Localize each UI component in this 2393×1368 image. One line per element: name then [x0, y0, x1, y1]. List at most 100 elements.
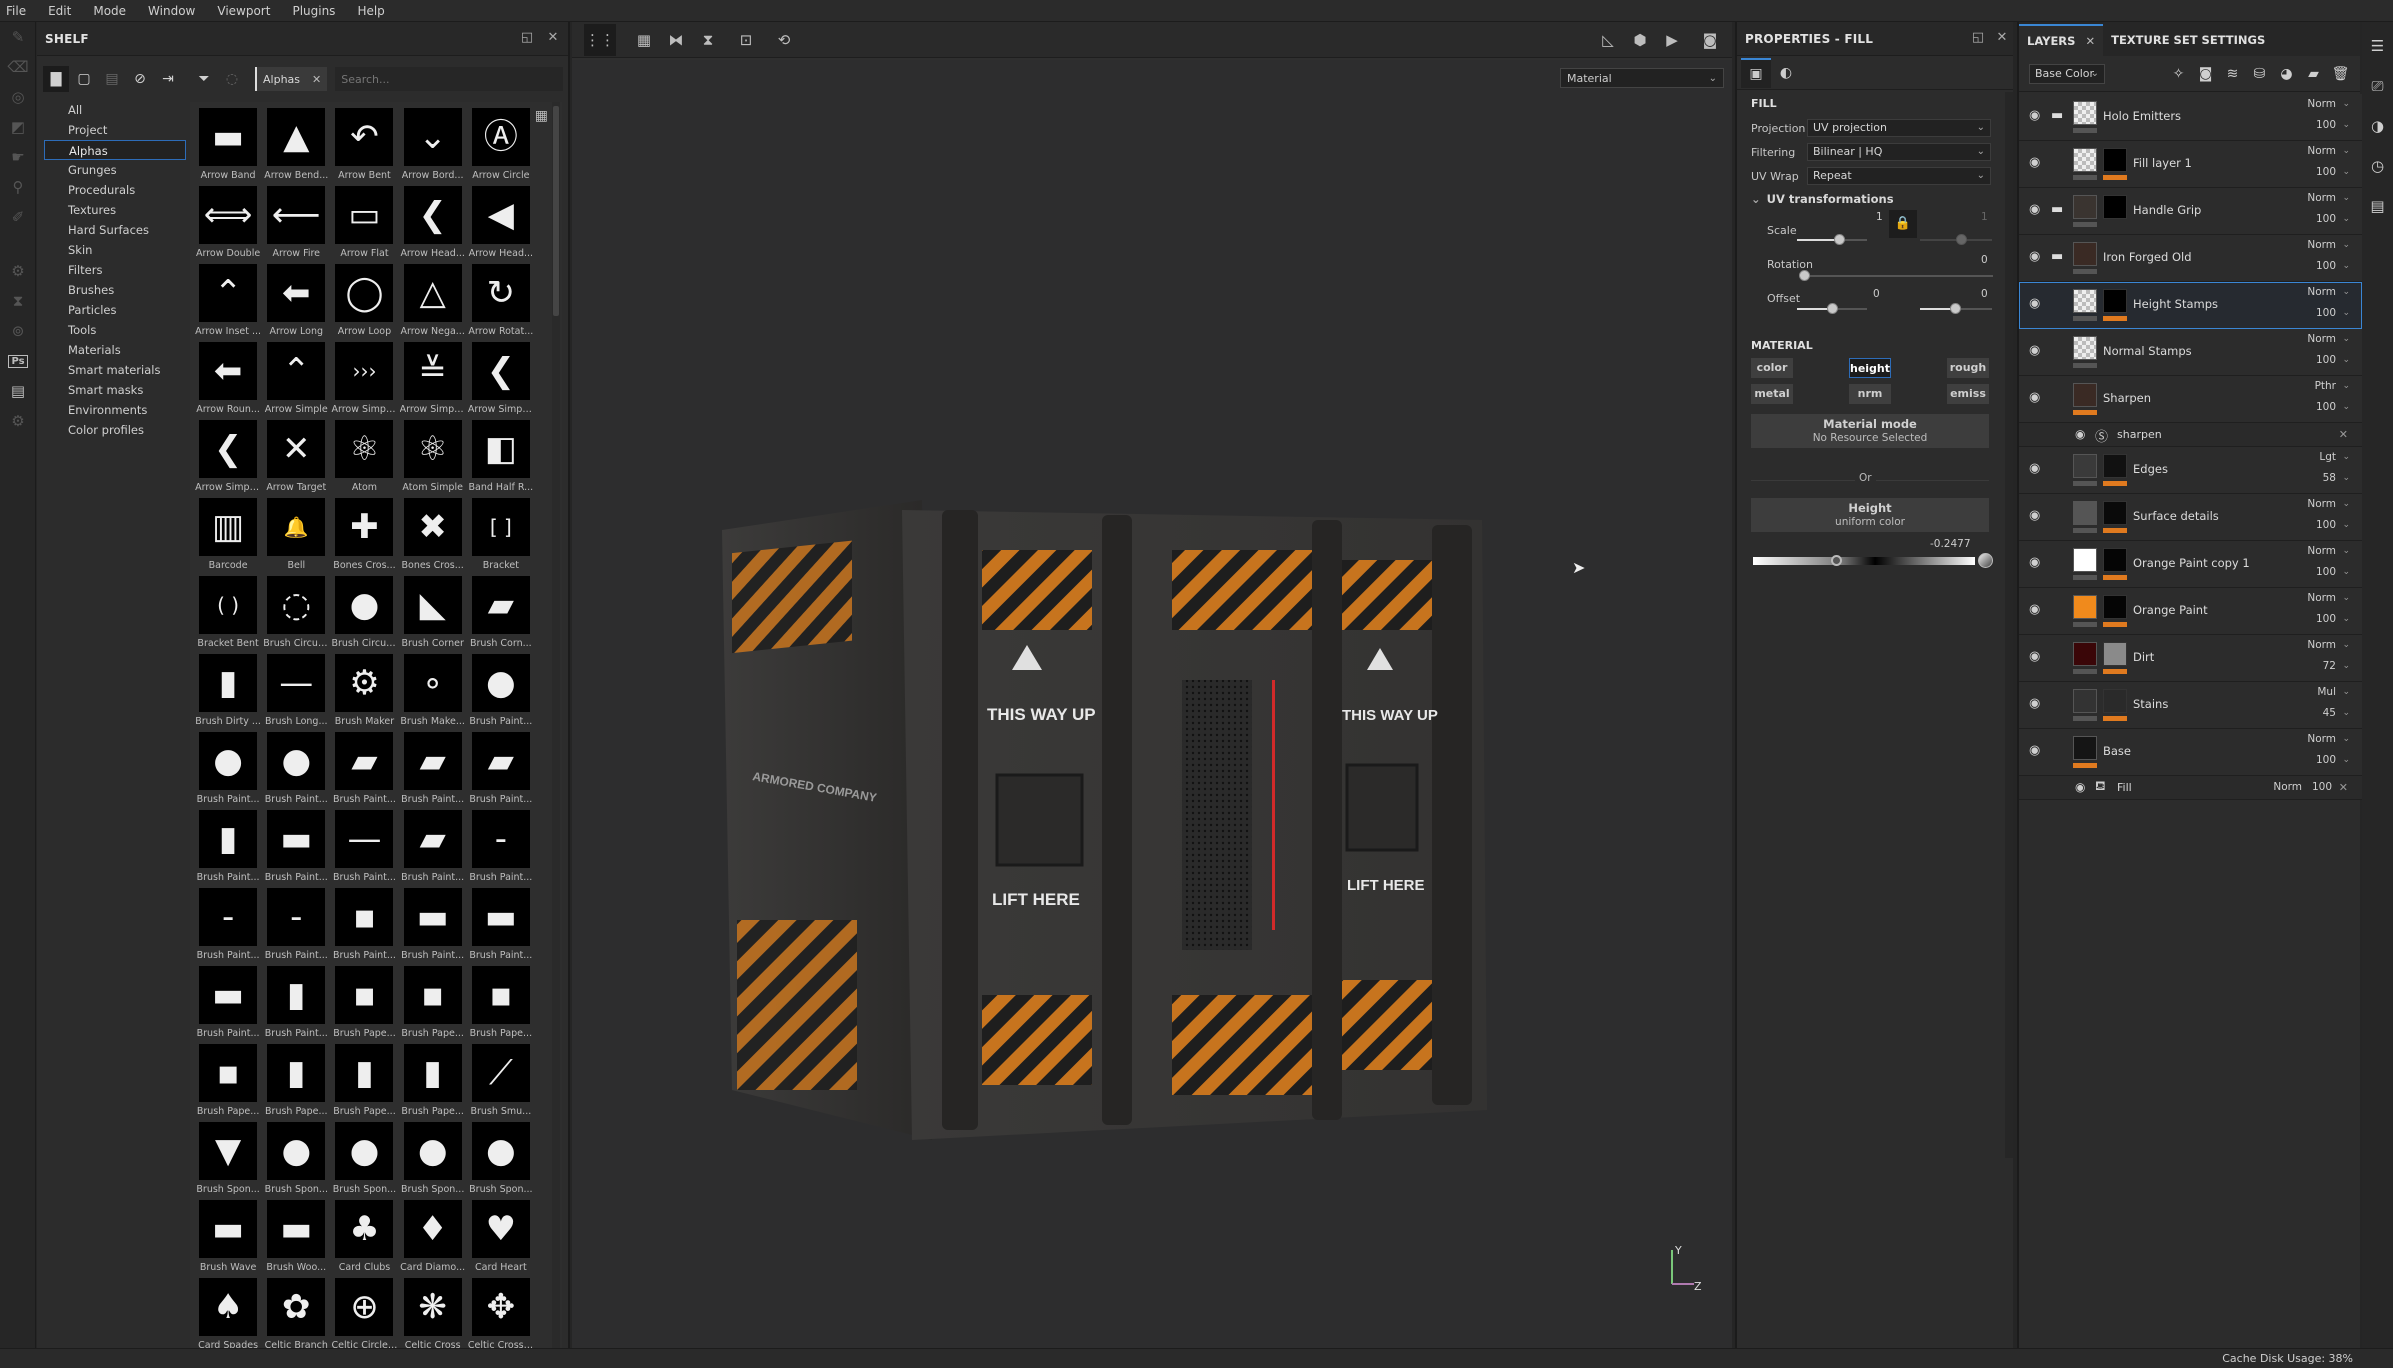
shelf-item[interactable]: ⚛ Atom — [330, 420, 398, 498]
shelf-item[interactable]: [ ] Bracket — [467, 498, 535, 576]
smudge-icon[interactable]: ☛ — [0, 142, 36, 172]
shelf-item[interactable]: ▰ Brush Paint... — [399, 810, 467, 888]
paint-brush-icon[interactable]: ✎ — [0, 22, 36, 52]
shelf-item[interactable]: ⬅ Arrow Roun... — [194, 342, 262, 420]
shelf-item[interactable]: ♣ Card Clubs — [330, 1200, 398, 1278]
selection-mode-icon[interactable]: ⋮⋮ — [584, 23, 616, 56]
layer-thumbnail[interactable] — [2073, 736, 2097, 760]
height-value-slider[interactable] — [1753, 557, 1975, 565]
shelf-item[interactable]: ● Brush Spon... — [467, 1122, 535, 1200]
blend-mode-select[interactable]: Norm — [2307, 545, 2336, 557]
layer-row[interactable]: ◉ ▬ Iron Forged Old Norm ⌄ 100 ⌄ — [2019, 235, 2362, 282]
layer-thumbnail[interactable] — [2073, 501, 2097, 525]
opacity-select[interactable]: 58 — [2323, 472, 2336, 484]
shelf-item[interactable]: ⚙ Brush Maker — [330, 654, 398, 732]
layer-row[interactable]: ◉ Edges Lgt ⌄ 58 ⌄ — [2019, 447, 2362, 494]
category-materials[interactable]: Materials — [44, 340, 186, 360]
hide-icon[interactable]: ⊘ — [127, 66, 153, 92]
shelf-item[interactable]: ● Brush Spon... — [330, 1122, 398, 1200]
blend-mode-select[interactable]: Norm — [2307, 592, 2336, 604]
blend-mode-select[interactable]: Norm — [2307, 192, 2336, 204]
shelf-item[interactable]: ▼ Brush Spon... — [194, 1122, 262, 1200]
shelf-item[interactable]: ⬅ Arrow Long — [262, 264, 330, 342]
shelf-item[interactable]: ✚ Bones Cros... — [330, 498, 398, 576]
history-icon[interactable]: ⟲ — [768, 24, 800, 56]
fill-properties-tab-icon[interactable]: ▣ — [1741, 57, 1771, 88]
effect-opacity-select[interactable]: 100 — [2312, 781, 2332, 793]
tab-texture-set-settings[interactable]: TEXTURE SET SETTINGS — [2103, 24, 2274, 56]
add-smart-mask-icon[interactable]: ◕ — [2273, 61, 2300, 87]
shelf-item[interactable]: ▰ Brush Paint... — [467, 732, 535, 810]
grid-snap-icon[interactable]: ▦ — [628, 24, 660, 56]
blend-mode-select[interactable]: Norm — [2307, 98, 2336, 110]
color-picker-icon[interactable]: ✐ — [0, 202, 36, 232]
color-picker-icon[interactable] — [1978, 553, 1993, 568]
effect-blend-select[interactable]: Norm — [2273, 781, 2302, 793]
layer-thumbnail[interactable] — [2073, 195, 2097, 219]
viewport-channel-select[interactable]: Material ⌄ — [1560, 68, 1724, 88]
filter-icon[interactable]: ⏷ — [191, 66, 217, 92]
height-uniform-color-button[interactable]: Height uniform color — [1751, 498, 1989, 532]
layer-mask-thumbnail[interactable] — [2103, 289, 2127, 313]
channel-height-button[interactable]: height — [1849, 358, 1891, 378]
opacity-select[interactable]: 72 — [2323, 660, 2336, 672]
shelf-item[interactable]: ▪ Brush Pape... — [330, 966, 398, 1044]
opacity-select[interactable]: 100 — [2316, 119, 2336, 131]
folder-icon[interactable]: ▬ — [2051, 108, 2063, 123]
add-fill-layer-icon[interactable]: ⛁ — [2246, 61, 2273, 87]
shelf-item[interactable]: ∘ Brush Make... — [399, 654, 467, 732]
shelf-item[interactable]: ✿ Celtic Branch — [262, 1278, 330, 1356]
layer-mask-thumbnail[interactable] — [2103, 501, 2127, 525]
screenshot-camera-icon[interactable]: ◙ — [1694, 24, 1726, 56]
offset-u-slider-knob[interactable] — [1827, 303, 1838, 314]
shelf-item[interactable]: ◌ Brush Circul... — [262, 576, 330, 654]
shelf-item[interactable]: ⌃ Arrow Simple — [262, 342, 330, 420]
shelf-item[interactable]: ❮ Arrow Head... — [399, 186, 467, 264]
layer-mask-thumbnail[interactable] — [2103, 548, 2127, 572]
category-project[interactable]: Project — [44, 120, 186, 140]
layer-row[interactable]: ◉ Base Norm ⌄ 100 ⌄ — [2019, 729, 2362, 776]
category-alphas[interactable]: Alphas — [44, 140, 186, 160]
eraser-icon[interactable]: ⌫ — [0, 52, 36, 82]
channel-metal-button[interactable]: metal — [1751, 384, 1793, 404]
layer-thumbnail[interactable] — [2073, 383, 2097, 407]
document-icon[interactable]: ▤ — [0, 376, 36, 406]
bake-icon[interactable]: ⧗ — [0, 286, 36, 316]
blend-mode-select[interactable]: Norm — [2307, 286, 2336, 298]
material-mode-button[interactable]: Material mode No Resource Selected — [1751, 414, 1989, 448]
3d-scene[interactable]: THIS WAY UP THIS WAY UP LIFT HERE LIFT H… — [572, 60, 1732, 1348]
reset-filter-icon[interactable]: ◌ — [219, 66, 245, 92]
scale-u-slider-knob[interactable] — [1834, 234, 1845, 245]
layer-thumbnail[interactable] — [2073, 595, 2097, 619]
category-textures[interactable]: Textures — [44, 200, 186, 220]
folder-icon[interactable]: ▬ — [2051, 249, 2063, 264]
shelf-item[interactable]: ▪ Brush Pape... — [467, 966, 535, 1044]
shelf-item[interactable]: ▪ Brush Pape... — [194, 1044, 262, 1122]
shelf-item[interactable]: ✖ Bones Cros... — [399, 498, 467, 576]
shelf-item[interactable]: ▬ Brush Wave — [194, 1200, 262, 1278]
shelf-item[interactable]: ▲ Arrow Bend... — [262, 108, 330, 186]
category-smart-materials[interactable]: Smart materials — [44, 360, 186, 380]
category-all[interactable]: All — [44, 100, 186, 120]
visibility-eye-icon[interactable]: ◉ — [2029, 390, 2040, 405]
layer-row[interactable]: ◉ ▬ Holo Emitters Norm ⌄ 100 ⌄ — [2019, 94, 2362, 141]
layer-row[interactable]: ◉ Orange Paint copy 1 Norm ⌄ 100 ⌄ — [2019, 541, 2362, 588]
close-icon[interactable]: ✕ — [1993, 30, 2011, 45]
shelf-item[interactable]: ● Brush Circul... — [330, 576, 398, 654]
category-environments[interactable]: Environments — [44, 400, 186, 420]
blend-mode-select[interactable]: Norm — [2307, 498, 2336, 510]
category-tools[interactable]: Tools — [44, 320, 186, 340]
shelf-item[interactable]: ▮ Brush Dirty ... — [194, 654, 262, 732]
shelf-item[interactable]: ● Brush Paint... — [467, 654, 535, 732]
layer-row[interactable]: ◉ Sharpen Pthr ⌄ 100 ⌄ — [2019, 376, 2362, 423]
clone-stamp-icon[interactable]: ⚲ — [0, 172, 36, 202]
layer-row[interactable]: ◉ Fill layer 1 Norm ⌄ 100 ⌄ — [2019, 141, 2362, 188]
layer-thumbnail[interactable] — [2073, 101, 2097, 125]
grid-view-icon[interactable]: ▦ — [535, 108, 548, 124]
mirror-x-icon[interactable]: ⧓ — [660, 24, 692, 56]
shelf-item[interactable]: ⟵ Arrow Fire — [262, 186, 330, 264]
shelf-item[interactable]: ❋ Celtic Cross — [399, 1278, 467, 1356]
layer-row[interactable]: ◉ Normal Stamps Norm ⌄ 100 ⌄ — [2019, 329, 2362, 376]
visibility-eye-icon[interactable]: ◉ — [2029, 343, 2040, 358]
layer-thumbnail[interactable] — [2073, 454, 2097, 478]
